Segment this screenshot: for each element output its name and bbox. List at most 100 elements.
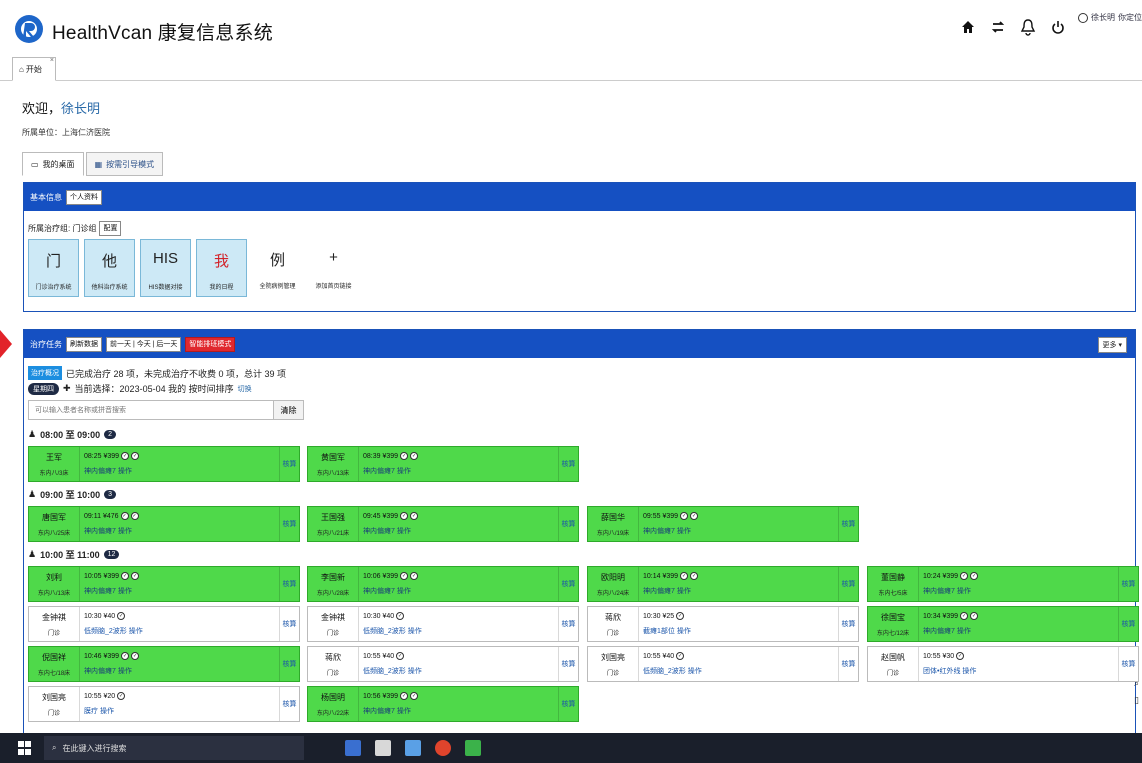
appointment-card[interactable]: 蒋欣 门诊 10:30 ¥25 ✓ 截瘫1部位 操作 核算	[587, 606, 859, 642]
verify-button[interactable]: 核算	[279, 447, 299, 481]
shortcut-tile[interactable]: 门门诊治疗系统	[28, 239, 79, 297]
verify-button[interactable]: 核算	[279, 647, 299, 681]
treatment-action[interactable]: 团体•红外线 操作	[923, 666, 1114, 676]
refresh-button[interactable]: 刷新数据	[66, 336, 102, 352]
appointment-card[interactable]: 欧阳明 东内八/24床 10:14 ¥399 ✓ ✓ 神内偏瘫7 操作 核算	[587, 566, 859, 602]
user-menu[interactable]: 徐长明 你定位	[1078, 12, 1142, 23]
treatment-action[interactable]: 神内偏瘫7 操作	[923, 626, 1114, 636]
status-circle-icon[interactable]: ✓	[410, 692, 419, 700]
verify-button[interactable]: 核算	[1118, 607, 1138, 641]
verify-button[interactable]: 核算	[279, 687, 299, 721]
shortcut-tile[interactable]: 我我的日程	[196, 239, 247, 297]
appointment-card[interactable]: 王军 东内八/3床 08:25 ¥399 ✓ ✓ 神内偏瘫7 操作 核算	[28, 446, 300, 482]
status-circle-icon[interactable]: ✓	[130, 512, 139, 520]
status-circle-icon[interactable]: ✓	[680, 512, 689, 520]
shortcut-tile[interactable]: + 添加首页链接	[308, 239, 359, 297]
treatment-action[interactable]: 神内偏瘫7 操作	[643, 526, 834, 536]
verify-button[interactable]: 核算	[1118, 567, 1138, 601]
verify-button[interactable]: 核算	[558, 447, 578, 481]
power-icon[interactable]	[1050, 18, 1066, 36]
verify-button[interactable]: 核算	[1118, 647, 1138, 681]
clear-button[interactable]: 清除	[274, 400, 304, 420]
status-circle-icon[interactable]: ✓	[121, 452, 130, 460]
status-circle-icon[interactable]: ✓	[400, 512, 409, 520]
treatment-action[interactable]: 神内偏瘫7 操作	[84, 586, 275, 596]
taskbar-search[interactable]: ⌕ 在此键入进行搜索	[44, 736, 304, 760]
appointment-card[interactable]: 黄国军 东内八/13床 08:39 ¥399 ✓ ✓ 神内偏瘫7 操作 核算	[307, 446, 579, 482]
status-circle-icon[interactable]: ✓	[960, 572, 969, 580]
appointment-card[interactable]: 唐国军 东内八/25床 09:11 ¥476 ✓ ✓ 神内偏瘫7 操作 核算	[28, 506, 300, 542]
appointment-card[interactable]: 刘国亮 门诊 10:55 ¥40 ✓ 低频脑_2波形 操作 核算	[587, 646, 859, 682]
verify-button[interactable]: 核算	[558, 687, 578, 721]
appointment-card[interactable]: 金钟祺 门诊 10:30 ¥40 ✓ 低频脑_2波形 操作 核算	[28, 606, 300, 642]
status-circle-icon[interactable]: ✓	[400, 692, 409, 700]
smart-mode-button[interactable]: 智能排班模式	[185, 336, 236, 352]
windows-start-icon[interactable]	[18, 741, 32, 755]
task-view-icon[interactable]	[345, 740, 361, 756]
treatment-action[interactable]: 截瘫1部位 操作	[643, 626, 834, 636]
status-circle-icon[interactable]: ✓	[690, 512, 699, 520]
appointment-card[interactable]: 倪国祥 东内七/18床 10:46 ¥399 ✓ ✓ 神内偏瘫7 操作 核算	[28, 646, 300, 682]
status-circle-icon[interactable]: ✓	[131, 572, 140, 580]
appointment-card[interactable]: 李国新 东内八/28床 10:06 ¥399 ✓ ✓ 神内偏瘫7 操作 核算	[307, 566, 579, 602]
appointment-card[interactable]: 刘国亮 门诊 10:55 ¥20 ✓ 膜疗 操作 核算	[28, 686, 300, 722]
status-circle-icon[interactable]: ✓	[120, 512, 129, 520]
app-icon[interactable]	[465, 740, 481, 756]
treatment-action[interactable]: 神内偏瘫7 操作	[84, 666, 275, 676]
verify-button[interactable]: 核算	[838, 507, 858, 541]
sidebar-lock-icon[interactable]: ▯	[1134, 695, 1139, 706]
treatment-action[interactable]: 神内偏瘫7 操作	[84, 466, 275, 476]
appointment-card[interactable]: 董国静 东内七/5床 10:24 ¥399 ✓ ✓ 神内偏瘫7 操作 核算	[867, 566, 1139, 602]
files-icon[interactable]	[405, 740, 421, 756]
status-circle-icon[interactable]: ✓	[676, 612, 685, 620]
status-circle-icon[interactable]: ✓	[131, 652, 140, 660]
verify-button[interactable]: 核算	[838, 567, 858, 601]
shortcut-tile[interactable]: 例全院病例管理	[252, 239, 303, 297]
status-circle-icon[interactable]: ✓	[121, 572, 130, 580]
close-icon[interactable]: ×	[50, 57, 54, 64]
verify-button[interactable]: 核算	[838, 607, 858, 641]
status-circle-icon[interactable]: ✓	[960, 612, 969, 620]
status-circle-icon[interactable]: ✓	[410, 512, 419, 520]
appointment-card[interactable]: 赵国帆 门诊 10:55 ¥30 ✓ 团体•红外线 操作 核算	[867, 646, 1139, 682]
status-circle-icon[interactable]: ✓	[396, 612, 405, 620]
appointment-card[interactable]: 杨国明 东内八/22床 10:56 ¥399 ✓ ✓ 神内偏瘫7 操作 核算	[307, 686, 579, 722]
treatment-action[interactable]: 神内偏瘫7 操作	[363, 706, 554, 716]
treatment-action[interactable]: 神内偏瘫7 操作	[84, 526, 275, 536]
status-circle-icon[interactable]: ✓	[676, 652, 685, 660]
verify-button[interactable]: 核算	[558, 607, 578, 641]
treatment-action[interactable]: 神内偏瘫7 操作	[363, 466, 554, 476]
personal-info-button[interactable]: 个人资料	[66, 189, 102, 205]
treatment-action[interactable]: 神内偏瘫7 操作	[923, 586, 1114, 596]
status-circle-icon[interactable]: ✓	[970, 572, 979, 580]
day-nav-button[interactable]: 前一天 | 今天 | 后一天	[106, 336, 182, 352]
status-circle-icon[interactable]: ✓	[117, 612, 126, 620]
settings-button[interactable]: 配置	[99, 221, 122, 236]
status-circle-icon[interactable]: ✓	[680, 572, 689, 580]
welcome-username[interactable]: 徐长明	[61, 101, 100, 116]
treatment-action[interactable]: 低频脑_2波形 操作	[363, 666, 554, 676]
status-circle-icon[interactable]: ✓	[396, 652, 405, 660]
home-icon[interactable]	[960, 18, 976, 36]
appointment-card[interactable]: 金钟祺 门诊 10:30 ¥40 ✓ 低频脑_2波形 操作 核算	[307, 606, 579, 642]
status-circle-icon[interactable]: ✓	[690, 572, 699, 580]
zoom-icon[interactable]: ⌕	[1134, 678, 1139, 689]
bell-icon[interactable]	[1020, 18, 1036, 36]
tab-my-desktop[interactable]: ▭ 我的桌面	[22, 152, 84, 176]
appointment-card[interactable]: 刘利 东内八/13床 10:05 ¥399 ✓ ✓ 神内偏瘫7 操作 核算	[28, 566, 300, 602]
swap-icon[interactable]	[990, 18, 1006, 36]
appointment-card[interactable]: 薛国华 东内八/19床 09:55 ¥399 ✓ ✓ 神内偏瘫7 操作 核算	[587, 506, 859, 542]
more-button[interactable]: 更多 ▾	[1097, 337, 1127, 353]
status-circle-icon[interactable]: ✓	[121, 652, 130, 660]
treatment-action[interactable]: 膜疗 操作	[84, 706, 275, 716]
tab-start[interactable]: ⌂ 开始 ×	[12, 57, 56, 81]
switch-link[interactable]: 切换	[238, 384, 252, 394]
treatment-action[interactable]: 神内偏瘫7 操作	[363, 526, 554, 536]
treatment-action[interactable]: 低频脑_2波形 操作	[363, 626, 554, 636]
appointment-card[interactable]: 蒋欣 门诊 10:55 ¥40 ✓ 低频脑_2波形 操作 核算	[307, 646, 579, 682]
treatment-action[interactable]: 低频脑_2波形 操作	[84, 626, 275, 636]
verify-button[interactable]: 核算	[558, 507, 578, 541]
patient-search-input[interactable]	[28, 400, 274, 420]
status-circle-icon[interactable]: ✓	[410, 572, 419, 580]
status-circle-icon[interactable]: ✓	[117, 692, 126, 700]
